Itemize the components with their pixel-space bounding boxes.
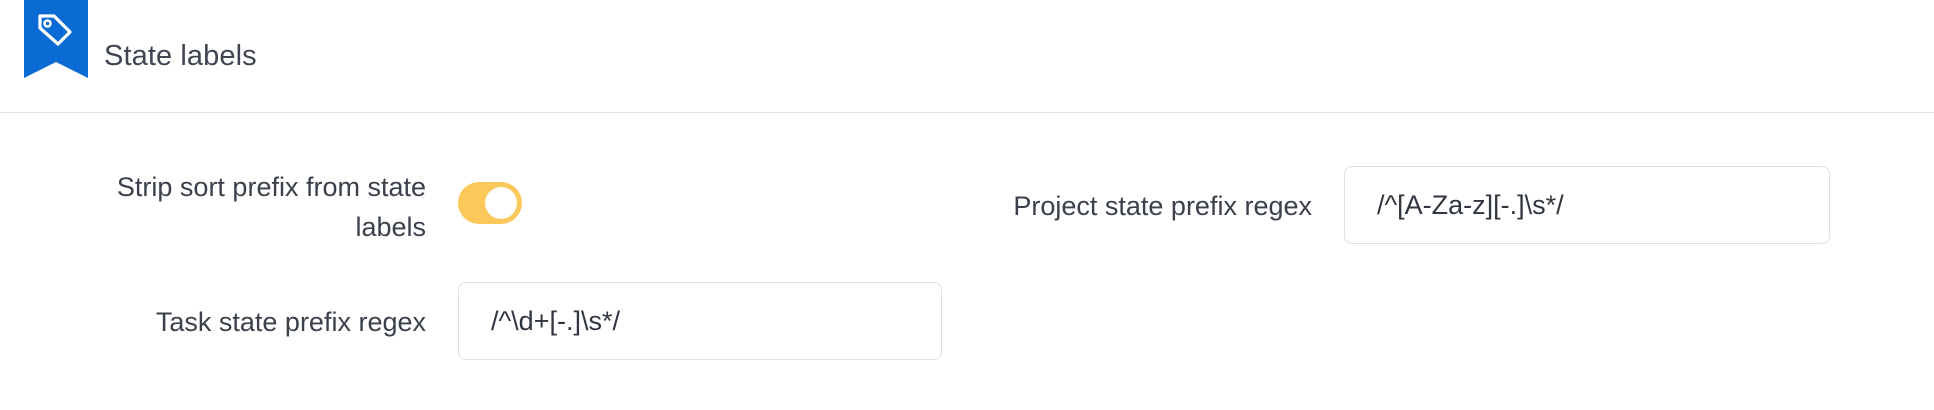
task-prefix-regex-label: Task state prefix regex	[155, 307, 426, 337]
project-prefix-regex-input[interactable]	[1344, 166, 1830, 244]
project-prefix-regex-label: Project state prefix regex	[1013, 191, 1312, 221]
toggle-knob	[485, 187, 517, 219]
tag-icon	[24, 0, 88, 78]
strip-prefix-label: Strip sort prefix from state labels	[116, 172, 426, 242]
section-header: State labels	[0, 0, 1934, 113]
task-prefix-regex-input[interactable]	[458, 282, 942, 360]
section-title: State labels	[104, 40, 257, 72]
strip-prefix-toggle[interactable]	[458, 182, 522, 224]
